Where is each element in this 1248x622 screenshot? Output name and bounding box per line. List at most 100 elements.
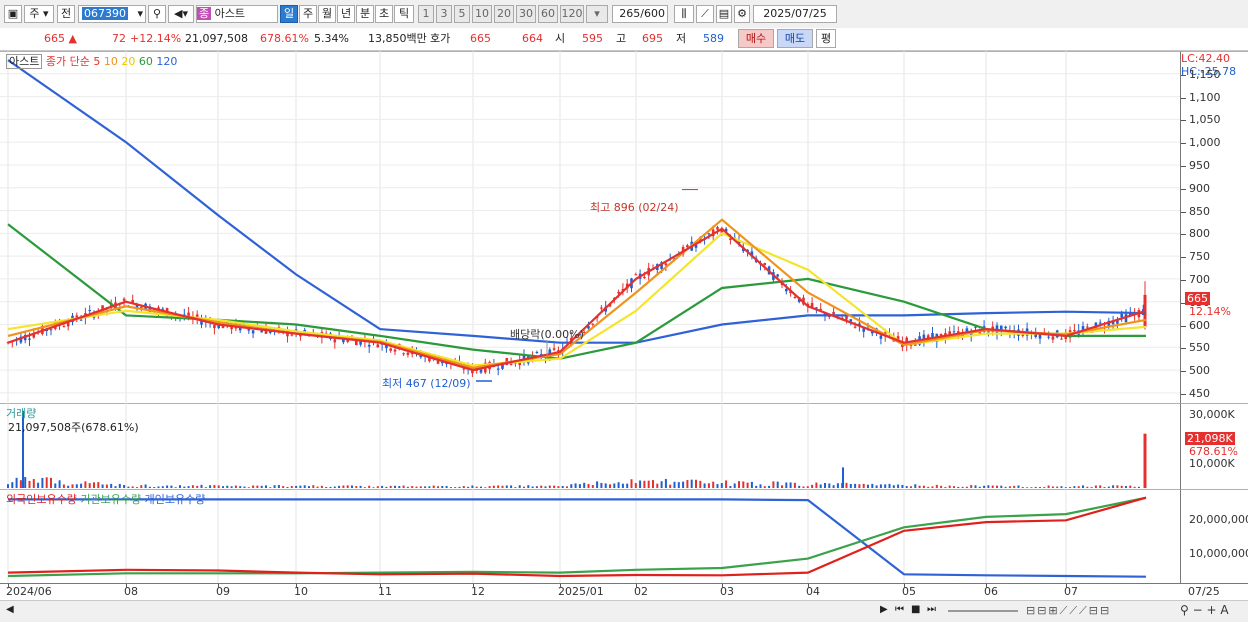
volume-bar [385, 486, 388, 488]
volume-bar [247, 487, 250, 488]
price-ytick [1181, 165, 1186, 167]
volume-bar [127, 486, 130, 488]
candle-body [552, 348, 556, 350]
zoom-slider[interactable] [948, 610, 1018, 612]
ma20-line [7, 232, 1147, 367]
x-axis: 2024/06 08 09 10 11 12 2025/01 02 03 04 05 06 07 07/2… [0, 583, 1248, 601]
price-ytick [1181, 371, 1186, 373]
volume-bar [419, 486, 422, 488]
zoom-tools-icon[interactable]: ⚲ − + A [1180, 603, 1229, 617]
candle-body [879, 335, 883, 339]
last-page-icon[interactable]: ⏭ [927, 604, 936, 615]
volume-bar [591, 485, 594, 488]
volume-bar [136, 487, 138, 488]
volume-bar [772, 481, 775, 488]
volume-bar [105, 484, 108, 488]
price-ylabel: 500 [1189, 364, 1210, 378]
stop-icon[interactable]: ■ [911, 604, 920, 615]
volume-bar [875, 485, 878, 488]
volume-bar [406, 486, 409, 488]
candle-body [1086, 326, 1089, 328]
volume-bar [1004, 486, 1007, 488]
drawing-tools-icon[interactable]: ⊟⊟⊞⟋⟋⟋⊟⊟ [1026, 604, 1111, 618]
scroll-left-icon[interactable]: ◀ [6, 604, 14, 615]
volume-bar [342, 485, 345, 488]
volume-bar [806, 486, 809, 488]
volume-bar [454, 487, 457, 488]
volume-bar [58, 480, 61, 488]
current-price-tag: 665 [1185, 292, 1210, 305]
volume-bar [101, 484, 104, 488]
price-ytick [1181, 120, 1186, 122]
volume-bar [346, 485, 349, 488]
volume-bar [970, 485, 973, 488]
ma60-label: 60 [138, 55, 153, 68]
volume-bar [703, 483, 706, 488]
volume-bar [131, 486, 134, 488]
volume-bar [303, 485, 306, 488]
volume-bar [351, 485, 353, 488]
volume-bar [243, 486, 246, 488]
volume-bar [497, 485, 500, 488]
volume-bar [897, 484, 900, 488]
volume-bar [664, 478, 667, 488]
volume-bar [910, 486, 912, 488]
volume-bar [11, 482, 14, 488]
volume-bar [187, 486, 190, 488]
candle-body [1098, 322, 1102, 324]
min-annotation: 최저 467 (12/09) [382, 377, 471, 390]
scroll-bar: ◀ ▶ ⏮ ■ ⏭ ⊟⊟⊞⟋⟋⟋⊟⊟ ⚲ − + A [0, 600, 1248, 622]
volume-bar [148, 486, 151, 488]
candle-body [333, 339, 337, 343]
volume-bar [570, 484, 573, 488]
candle-body [600, 307, 603, 309]
volume-bar [432, 485, 435, 488]
volume-bar [802, 486, 805, 488]
x-tick [296, 584, 297, 588]
volume-bar [161, 486, 164, 488]
candle-body [376, 344, 380, 348]
volume-bar [660, 481, 663, 488]
volume-bar [71, 484, 74, 488]
volume-bar [518, 485, 521, 488]
volume-bar [892, 485, 895, 488]
volume-bar [944, 487, 947, 488]
candle-body [49, 329, 53, 331]
volume-bar [630, 479, 633, 488]
volume-bar [437, 486, 439, 488]
volume-y-axis: 30,000K 21,098K 678.61% 10,000K [1180, 403, 1248, 489]
candle-body [1073, 329, 1076, 332]
volume-bar [639, 480, 642, 488]
scroll-right-icon[interactable]: ▶ [880, 604, 888, 615]
first-page-icon[interactable]: ⏮ [895, 604, 904, 615]
volume-bar [1094, 485, 1097, 488]
foreign-legend: 외국인보유수량 [6, 493, 77, 506]
volume-bar [1017, 485, 1020, 488]
volume-bar [781, 485, 783, 488]
volume-bar [763, 486, 766, 488]
volume-bar [183, 486, 186, 488]
volume-bar [359, 485, 362, 488]
candle-body [367, 344, 371, 347]
volume-bar [41, 477, 44, 488]
holdings-legend: 외국인보유수량 기관보유수량 개인보유수량 [6, 491, 205, 507]
volume-bar [217, 485, 220, 488]
volume-bar [514, 487, 517, 488]
volume-bar [118, 483, 121, 488]
price-legend-name[interactable]: 아스트 [6, 54, 43, 69]
ma20-label: 20 [121, 55, 136, 68]
volume-bar [733, 483, 736, 488]
price-ytick [1181, 325, 1186, 327]
volume-bar [174, 487, 177, 488]
volume-bar [269, 487, 272, 488]
volume-bar [1039, 486, 1041, 488]
volume-bar [329, 486, 332, 488]
volume-bar [363, 487, 366, 488]
candle-body [643, 276, 646, 279]
volume-bar [858, 484, 861, 488]
volume-bar [828, 483, 831, 488]
price-ylabel: 600 [1189, 318, 1210, 332]
volume-bar [1116, 485, 1119, 488]
volume-bar [295, 485, 298, 488]
volume-bar [97, 482, 100, 488]
